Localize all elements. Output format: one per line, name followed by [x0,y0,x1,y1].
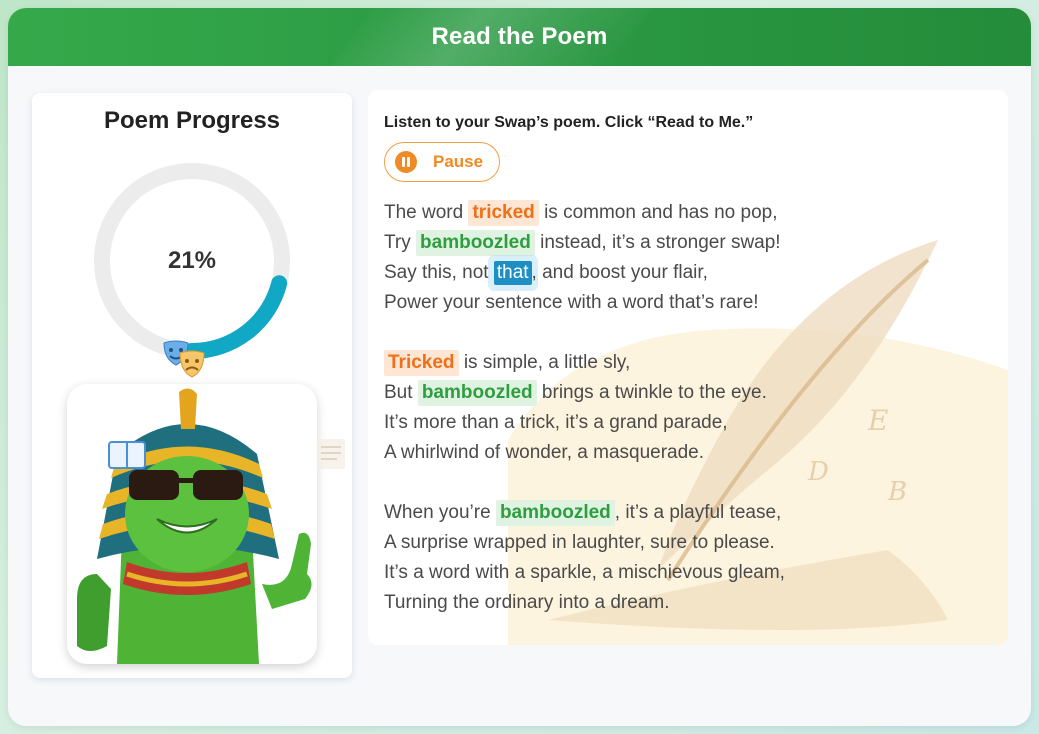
highlight-word-bamboozled[interactable]: bamboozled [416,230,535,256]
poem-line: When you’re bamboozled, it’s a playful t… [384,500,781,526]
line-text: Say this, not [384,262,494,283]
line-text: , and boost your flair, [531,262,708,283]
line-text: Try [384,232,417,253]
svg-text:B: B [887,477,907,507]
theater-masks-icon [160,339,212,383]
poem-line: Try bamboozled instead, it’s a stronger … [384,230,781,256]
svg-text:E: E [867,404,888,437]
poem-line: Power your sentence with a word that’s r… [384,290,759,316]
progress-title: Poem Progress [103,107,281,134]
paper-decoration [317,439,345,469]
progress-percent: 21% [167,247,217,274]
poem-line: Turning the ordinary into a dream. [384,590,670,616]
poem-line: Tricked is simple, a little sly, [384,350,630,376]
line-text: is simple, a little sly, [458,352,631,373]
progress-ring: 21% [94,163,290,359]
poem-line: A surprise wrapped in laughter, sure to … [384,530,775,556]
line-text: A whirlwind of wonder, a masquerade. [384,442,705,463]
highlight-word-tricked[interactable]: tricked [468,200,539,226]
app-frame: Read the Poem Poem Progress 21% E D B Li… [8,8,1031,726]
line-text: is common and has no pop, [538,202,778,223]
line-text: It’s more than a trick, it’s a grand par… [384,412,728,433]
poem-line: It’s more than a trick, it’s a grand par… [384,410,728,436]
line-text: The word [384,202,469,223]
current-word[interactable]: that [493,261,532,285]
highlight-word-tricked[interactable]: Tricked [384,350,459,376]
highlight-word-bamboozled[interactable]: bamboozled [495,500,615,526]
svg-text:D: D [807,457,829,487]
line-text: It’s a word with a sparkle, a mischievou… [384,562,785,583]
poem-line: Say this, not that, and boost your flair… [384,260,708,286]
line-text: , it’s a playful tease, [614,502,782,523]
line-text: A surprise wrapped in laughter, sure to … [384,532,775,553]
poem-line: But bamboozled brings a twinkle to the e… [384,380,767,406]
pause-label: Pause [433,152,484,171]
poem-line: The word tricked is common and has no po… [384,200,778,226]
cactus-pharaoh-avatar [77,388,312,664]
pause-button[interactable]: Pause [384,142,500,182]
poem-line: A whirlwind of wonder, a masquerade. [384,440,704,466]
line-text: Power your sentence with a word that’s r… [384,292,759,313]
page-title: Read the Poem [431,23,608,50]
instruction-text: Listen to your Swap’s poem. Click “Read … [384,114,754,131]
line-text: But [384,382,418,403]
line-text: instead, it’s a stronger swap! [534,232,781,253]
highlight-word-bamboozled[interactable]: bamboozled [417,380,537,406]
line-text: Turning the ordinary into a dream. [384,592,670,613]
line-text: When you’re [384,502,496,523]
avatar-card [67,384,317,664]
header-bar: Read the Poem [8,8,1031,66]
poem-line: It’s a word with a sparkle, a mischievou… [384,560,785,586]
line-text: brings a twinkle to the eye. [536,382,767,403]
poem-panel: E D B Listen to your Swap’s poem. Click … [368,90,1008,645]
pause-icon [395,151,417,173]
progress-panel: Poem Progress 21% [32,93,352,678]
